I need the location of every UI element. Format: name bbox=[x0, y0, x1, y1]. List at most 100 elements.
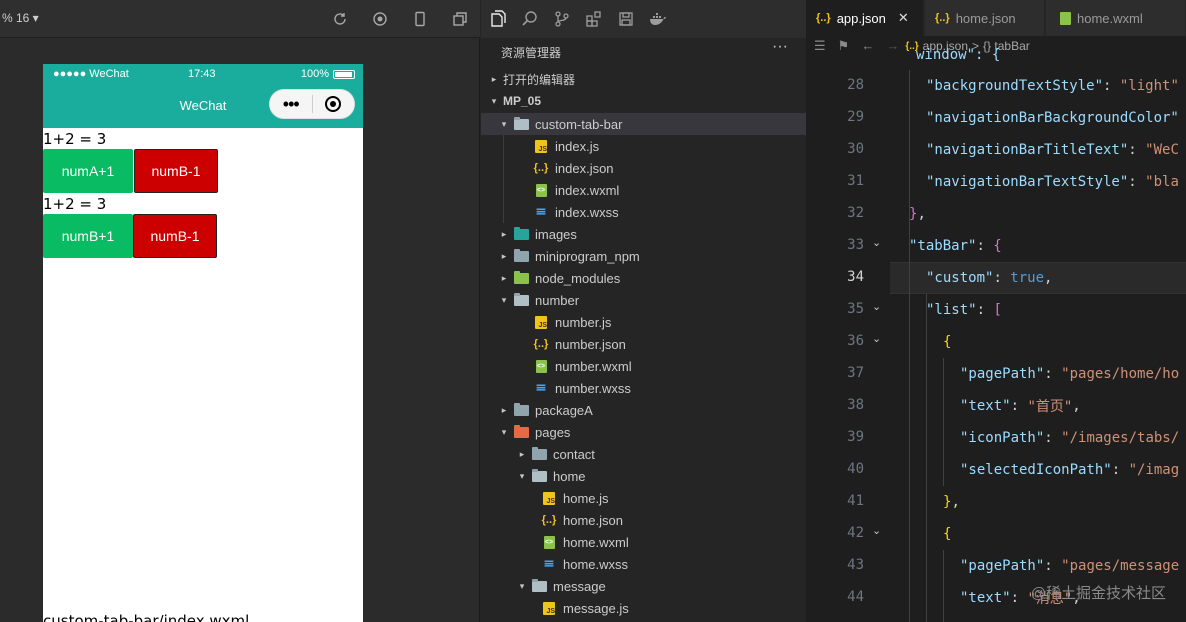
editor-pane: ⇤ {..} app.json ✕ {..} home.json home.wx… bbox=[806, 0, 1186, 622]
more-actions-icon[interactable]: ··· bbox=[772, 38, 788, 56]
code-line: "list": [ bbox=[926, 302, 1002, 318]
folder-icon bbox=[513, 226, 529, 242]
json-file-icon: {..} bbox=[533, 162, 549, 174]
line-number: 41 bbox=[847, 493, 864, 509]
devtools-window: % 16 ▾ ●●●●● WeChat 17:43 100% WeChat ••… bbox=[0, 0, 1186, 622]
files-icon[interactable] bbox=[489, 10, 507, 28]
folder-icon bbox=[513, 270, 529, 286]
tree-item[interactable]: ▸ miniprogram_npm bbox=[481, 245, 806, 267]
line-number: 44 bbox=[847, 589, 864, 605]
tab-home-wxml[interactable]: home.wxml bbox=[1046, 0, 1186, 36]
js-file-icon: JS bbox=[533, 314, 549, 330]
bookmark-icon[interactable]: ⚑ bbox=[838, 38, 850, 54]
source-control-icon[interactable] bbox=[553, 10, 571, 28]
chevron-right-icon: ▸ bbox=[501, 228, 507, 239]
tree-item[interactable]: JS message.js bbox=[481, 597, 806, 619]
tree-item[interactable]: ≡ number.wxss bbox=[481, 377, 806, 399]
num-b-plus-button[interactable]: numB+1 bbox=[43, 214, 133, 258]
tab-home-json[interactable]: {..} home.json bbox=[925, 0, 1045, 36]
list-icon[interactable]: ☰ bbox=[814, 38, 826, 54]
tree-item[interactable]: {..} number.json bbox=[481, 333, 806, 355]
folder-icon bbox=[513, 248, 529, 264]
record-icon[interactable] bbox=[372, 11, 388, 27]
code-line-partial: window": { bbox=[916, 47, 1001, 63]
tree-item-label: home.wxss bbox=[563, 556, 629, 572]
tree-item[interactable]: ▸ contact bbox=[481, 443, 806, 465]
fold-chevron-icon[interactable]: ⌄ bbox=[872, 236, 881, 249]
tree-item[interactable]: ▾ pages bbox=[481, 421, 806, 443]
chevron-right-icon: ▸ bbox=[491, 73, 497, 84]
num-b-minus-button[interactable]: numB-1 bbox=[134, 149, 218, 193]
tab-label: app.json bbox=[836, 10, 886, 26]
tree-item[interactable]: ≡ index.wxss bbox=[481, 201, 806, 223]
open-editors-section[interactable]: ▸ 打开的编辑器 bbox=[481, 68, 806, 90]
tab-app-json[interactable]: {..} app.json ✕ bbox=[806, 0, 924, 36]
tree-indent-guide bbox=[503, 135, 504, 223]
tree-item[interactable]: JS index.js bbox=[481, 135, 806, 157]
chevron-down-icon: ▾ bbox=[501, 426, 507, 437]
tree-item[interactable]: JS home.js bbox=[481, 487, 806, 509]
chevron-right-icon: ▸ bbox=[501, 272, 507, 283]
device-icon[interactable] bbox=[412, 11, 428, 27]
code-line: "text": "首页", bbox=[960, 398, 1081, 415]
refresh-icon[interactable] bbox=[332, 11, 348, 27]
tree-item[interactable]: ≡ home.wxss bbox=[481, 553, 806, 575]
tree-item[interactable]: <> index.wxml bbox=[481, 179, 806, 201]
more-dots-icon[interactable]: ••• bbox=[270, 89, 312, 119]
simulator-pane: % 16 ▾ ●●●●● WeChat 17:43 100% WeChat ••… bbox=[0, 0, 480, 622]
tree-item[interactable]: <> number.wxml bbox=[481, 355, 806, 377]
fold-chevron-icon[interactable]: ⌄ bbox=[872, 524, 881, 537]
tree-item[interactable]: ▾ number bbox=[481, 289, 806, 311]
extensions-icon[interactable] bbox=[585, 10, 603, 28]
explorer-pane: 资源管理器 ··· ▸ 打开的编辑器 ▾ MP_05 ▾ custom-tab-b… bbox=[481, 0, 806, 622]
tree-item[interactable]: {..} index.json bbox=[481, 157, 806, 179]
num-a-plus-button[interactable]: numA+1 bbox=[43, 149, 133, 193]
zoom-select[interactable]: % 16 ▾ bbox=[2, 11, 39, 25]
js-file-icon: JS bbox=[541, 490, 557, 506]
watermark-text: @稀土掘金技术社区 bbox=[1030, 585, 1166, 602]
code-line: }, bbox=[909, 206, 926, 222]
fold-chevron-icon[interactable]: ⌄ bbox=[872, 332, 881, 345]
forward-arrow-icon[interactable]: → bbox=[886, 38, 899, 54]
battery-icon bbox=[333, 69, 355, 79]
tree-item[interactable]: JS number.js bbox=[481, 311, 806, 333]
tree-item[interactable]: ▸ packageA bbox=[481, 399, 806, 421]
fold-chevron-icon[interactable]: ⌄ bbox=[872, 300, 881, 313]
wxml-file-icon: <> bbox=[541, 534, 557, 550]
close-icon[interactable]: ✕ bbox=[898, 10, 909, 26]
project-root[interactable]: ▾ MP_05 bbox=[481, 90, 806, 112]
back-arrow-icon[interactable]: ← bbox=[861, 38, 874, 54]
tree-item[interactable]: ▸ node_modules bbox=[481, 267, 806, 289]
tree-item-label: home.wxml bbox=[563, 534, 629, 550]
tree-item[interactable]: ▾ home bbox=[481, 465, 806, 487]
wxss-file-icon: ≡ bbox=[543, 556, 555, 572]
tree-item[interactable]: ▸ images bbox=[481, 223, 806, 245]
close-target-icon[interactable] bbox=[312, 89, 354, 119]
clock-label: 17:43 bbox=[188, 68, 216, 80]
search-icon[interactable] bbox=[521, 10, 539, 28]
num-b-minus-button-2[interactable]: numB-1 bbox=[133, 214, 217, 258]
tree-item[interactable]: ▾ message bbox=[481, 575, 806, 597]
line-number: 34 bbox=[847, 269, 864, 285]
storage-icon[interactable] bbox=[617, 10, 635, 28]
code-line: "navigationBarBackgroundColor" bbox=[926, 110, 1179, 126]
activity-bar bbox=[481, 0, 806, 38]
sum-text-1: 1+2 = 3 bbox=[43, 130, 107, 148]
chevron-down-icon: ▾ bbox=[491, 95, 497, 106]
tree-item-label: home.json bbox=[563, 512, 623, 528]
chevron-right-icon: ▸ bbox=[519, 448, 525, 459]
js-file-icon: JS bbox=[533, 138, 549, 154]
code-line: "pagePath": "pages/message bbox=[960, 558, 1180, 574]
docker-icon[interactable] bbox=[649, 10, 667, 28]
tree-item[interactable]: ▾ custom-tab-bar bbox=[481, 113, 806, 135]
folder-icon bbox=[531, 446, 547, 462]
js-file-icon: JS bbox=[541, 600, 557, 616]
detach-window-icon[interactable] bbox=[452, 11, 468, 27]
tab-label: home.wxml bbox=[1077, 10, 1143, 26]
tree-item-label: pages bbox=[535, 424, 571, 440]
tree-item[interactable]: {..} home.json bbox=[481, 509, 806, 531]
folder-icon bbox=[531, 468, 547, 484]
json-file-icon: {..} bbox=[816, 12, 831, 24]
tree-item[interactable]: <> home.wxml bbox=[481, 531, 806, 553]
editor-tabs: ⇤ {..} app.json ✕ {..} home.json home.wx… bbox=[806, 0, 1186, 36]
